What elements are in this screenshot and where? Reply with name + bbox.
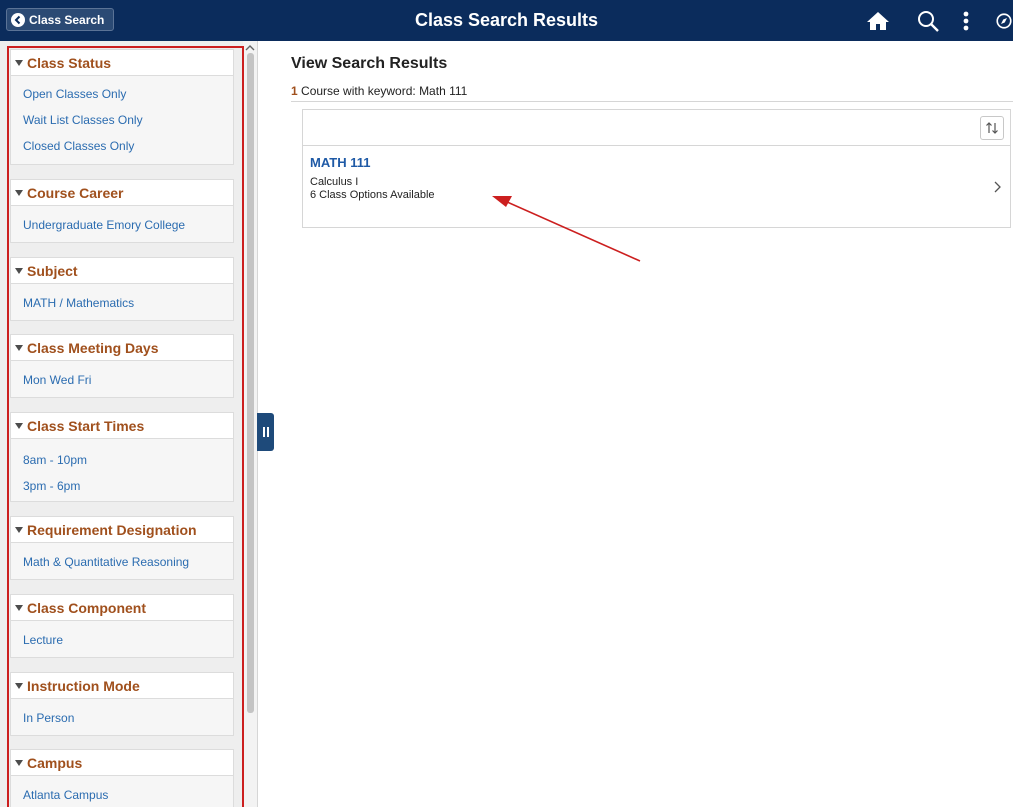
filter-group-title: Requirement Designation: [27, 521, 197, 538]
filter-group-title: Class Meeting Days: [27, 339, 159, 356]
collapse-panel-button[interactable]: [257, 413, 274, 451]
filter-group-title: Class Start Times: [27, 417, 145, 434]
filter-group-header[interactable]: Class Component: [11, 595, 233, 621]
sort-icon: [986, 122, 998, 134]
result-count-text: Course with keyword: Math 111: [297, 84, 468, 98]
filter-group-title: Class Component: [27, 599, 147, 616]
course-result-row[interactable]: MATH 111 Calculus I 6 Class Options Avai…: [303, 146, 1010, 228]
search-icon[interactable]: [915, 8, 941, 34]
filter-group-campus: Campus Atlanta Campus: [10, 749, 234, 807]
divider: [291, 101, 1013, 102]
filter-group-requirement-designation: Requirement Designation Math & Quantitat…: [10, 516, 234, 580]
pause-bar-icon: [262, 427, 265, 437]
filter-group-header[interactable]: Class Meeting Days: [11, 335, 233, 361]
collapse-caret-icon: [15, 189, 23, 196]
filter-group-title: Subject: [27, 262, 78, 279]
course-code: MATH 111: [310, 155, 371, 170]
navbar-icon[interactable]: [995, 8, 1013, 34]
filter-group-header[interactable]: Requirement Designation: [11, 517, 233, 543]
filter-group-class-component: Class Component Lecture: [10, 594, 234, 658]
collapse-caret-icon: [15, 604, 23, 611]
results-list: MATH 111 Calculus I 6 Class Options Avai…: [302, 109, 1011, 228]
filter-group-instruction-mode: Instruction Mode In Person: [10, 672, 234, 736]
pause-bar-icon: [266, 427, 269, 437]
filter-group-header[interactable]: Class Start Times: [11, 413, 233, 439]
filter-group-title: Class Status: [27, 54, 112, 71]
filter-item-lecture[interactable]: Lecture: [11, 627, 233, 653]
collapse-caret-icon: [15, 344, 23, 351]
collapse-caret-icon: [15, 682, 23, 689]
top-header: Class Search Class Search Results: [0, 0, 1013, 41]
collapse-caret-icon: [15, 526, 23, 533]
collapse-caret-icon: [15, 59, 23, 66]
filter-group-title: Campus: [27, 754, 83, 771]
collapse-caret-icon: [15, 759, 23, 766]
filter-group-header[interactable]: Class Status: [11, 50, 233, 76]
scrollbar-thumb[interactable]: [247, 53, 254, 713]
results-heading: View Search Results: [291, 55, 448, 72]
filter-group-title: Course Career: [27, 184, 124, 201]
filter-item-atlanta-campus[interactable]: Atlanta Campus: [11, 782, 233, 807]
filter-item-in-person[interactable]: In Person: [11, 705, 233, 731]
filter-item-math[interactable]: MATH / Mathematics: [11, 290, 233, 316]
class-search-back-button[interactable]: Class Search: [6, 8, 114, 31]
page-title: Class Search Results: [414, 10, 599, 30]
collapse-caret-icon: [15, 422, 23, 429]
course-options-count: 6 Class Options Available: [310, 189, 435, 201]
filter-group-header[interactable]: Subject: [11, 258, 233, 284]
filter-group-header[interactable]: Instruction Mode: [11, 673, 233, 699]
chevron-right-icon: [994, 181, 1001, 193]
filter-group-header[interactable]: Campus: [11, 750, 233, 776]
filter-item-closed-classes[interactable]: Closed Classes Only: [11, 133, 233, 159]
back-arrow-icon: [11, 12, 25, 27]
filter-item-wait-list-classes[interactable]: Wait List Classes Only: [11, 107, 233, 133]
filter-group-title: Instruction Mode: [27, 677, 140, 694]
filter-item-open-classes[interactable]: Open Classes Only: [11, 81, 233, 107]
filter-group-class-start-times: Class Start Times 8am - 10pm 3pm - 6pm: [10, 412, 234, 502]
filter-group-class-meeting-days: Class Meeting Days Mon Wed Fri: [10, 334, 234, 398]
course-name: Calculus I: [310, 176, 359, 188]
filter-item-mon-wed-fri[interactable]: Mon Wed Fri: [11, 367, 233, 393]
results-toolbar: [303, 110, 1010, 146]
result-count-number: 1: [291, 84, 298, 98]
more-options-icon[interactable]: [953, 8, 979, 34]
filter-group-course-career: Course Career Undergraduate Emory Colleg…: [10, 179, 234, 243]
result-count: 1 Course with keyword: Math 111: [291, 84, 467, 98]
filter-item-8am-10pm[interactable]: 8am - 10pm: [11, 447, 233, 473]
filter-group-class-status: Class Status Open Classes Only Wait List…: [10, 49, 234, 165]
collapse-caret-icon: [15, 267, 23, 274]
page: Class Search Class Search Results Class …: [0, 0, 1013, 807]
filter-item-math-quantitative[interactable]: Math & Quantitative Reasoning: [11, 549, 233, 575]
home-icon[interactable]: [865, 8, 891, 34]
sort-button[interactable]: [980, 116, 1004, 140]
back-button-label: Class Search: [29, 12, 105, 27]
filter-item-undergraduate[interactable]: Undergraduate Emory College: [11, 212, 233, 238]
filter-group-header[interactable]: Course Career: [11, 180, 233, 206]
filter-item-3pm-6pm[interactable]: 3pm - 6pm: [11, 473, 233, 499]
filter-group-subject: Subject MATH / Mathematics: [10, 257, 234, 321]
scroll-up-icon[interactable]: [245, 44, 255, 52]
